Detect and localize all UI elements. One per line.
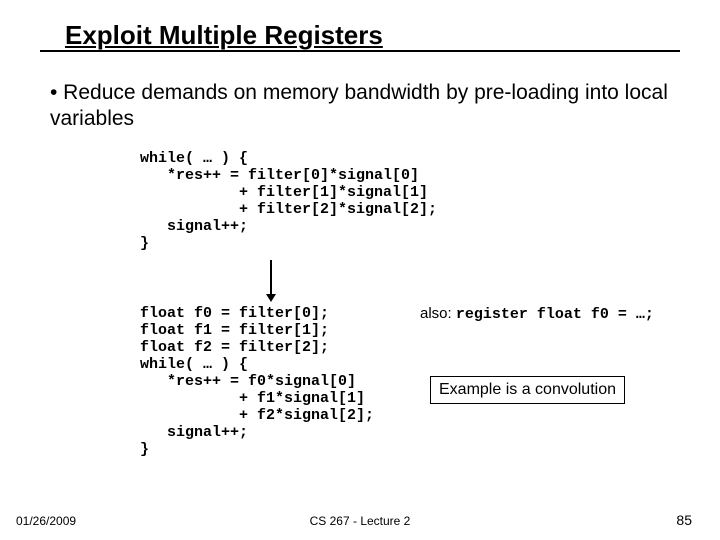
footer-page-number: 85: [676, 512, 692, 528]
bullet-text: • Reduce demands on memory bandwidth by …: [50, 80, 690, 133]
title-underline-rule: [40, 50, 680, 52]
slide-title: Exploit Multiple Registers: [65, 20, 383, 51]
code-block-after: float f0 = filter[0]; float f1 = filter[…: [140, 305, 374, 458]
also-note: also: register float f0 = …;: [420, 305, 654, 323]
also-prefix: also:: [420, 305, 456, 322]
code-block-before: while( … ) { *res++ = filter[0]*signal[0…: [140, 150, 437, 252]
footer-course: CS 267 - Lecture 2: [0, 514, 720, 528]
example-box: Example is a convolution: [430, 376, 625, 404]
also-code: register float f0 = …;: [456, 306, 654, 323]
arrow-down-icon: [270, 260, 272, 300]
